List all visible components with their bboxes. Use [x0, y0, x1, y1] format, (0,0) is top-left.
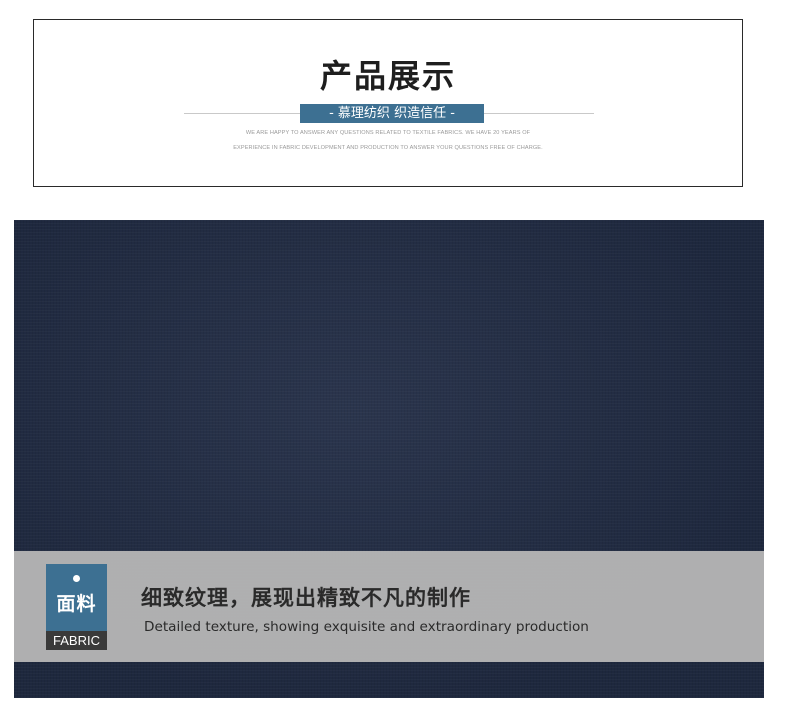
- description-line-2: EXPERIENCE IN FABRIC DEVELOPMENT AND PRO…: [233, 145, 543, 151]
- subtitle-badge: - 慕理纺织 织造信任 -: [300, 104, 484, 123]
- description-line-1: WE ARE HAPPY TO ANSWER ANY QUESTIONS REL…: [245, 130, 531, 136]
- dot-icon: [73, 575, 80, 582]
- fabric-photo: 面料 FABRIC 细致纹理，展现出精致不凡的制作 Detailed textu…: [14, 220, 764, 698]
- badge-label-cn: 面料: [56, 593, 97, 615]
- badge-label-en: FABRIC: [46, 631, 107, 650]
- title-divider-right: [484, 113, 594, 114]
- fabric-badge: 面料 FABRIC: [46, 564, 107, 650]
- title-divider-left: [184, 113, 300, 114]
- header-frame: 产品展示 - 慕理纺织 织造信任 - WE ARE HAPPY TO ANSWE…: [33, 19, 743, 187]
- page-title: 产品展示: [319, 57, 456, 95]
- caption-heading-cn: 细致纹理，展现出精致不凡的制作: [141, 585, 471, 610]
- badge-top: 面料: [46, 564, 107, 631]
- caption-band: 面料 FABRIC 细致纹理，展现出精致不凡的制作 Detailed textu…: [14, 551, 764, 662]
- caption-text-en: Detailed texture, showing exquisite and …: [144, 619, 589, 635]
